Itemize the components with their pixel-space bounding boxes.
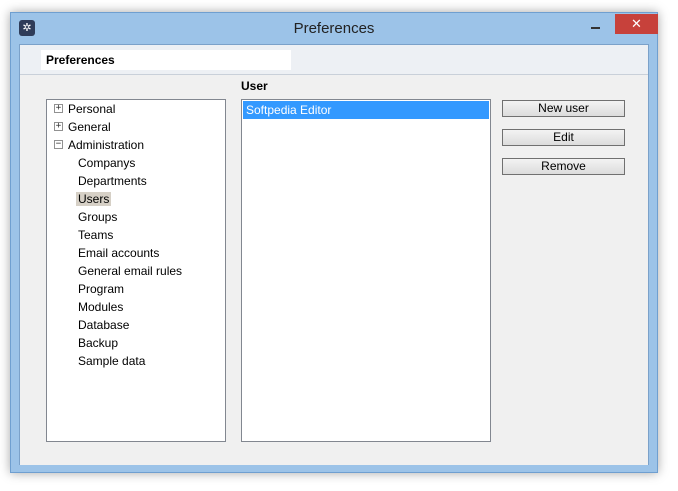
category-tree[interactable]: + Personal + General − Administration Co…: [46, 99, 226, 442]
tree-item-label: Sample data: [78, 354, 146, 368]
expand-icon[interactable]: +: [54, 104, 63, 113]
tree-item-general[interactable]: + General: [54, 118, 113, 136]
tree-item-label: Groups: [78, 210, 118, 224]
tree-item-database[interactable]: Database: [76, 316, 131, 334]
tree-item-label: Email accounts: [78, 246, 160, 260]
preferences-window: ✲ Preferences ✕ Preferences + Personal +…: [10, 12, 658, 473]
collapse-icon[interactable]: −: [54, 140, 63, 149]
tree-item-label: Departments: [78, 174, 147, 188]
content-area: + Personal + General − Administration Co…: [20, 75, 648, 465]
tree-item-general-email-rules[interactable]: General email rules: [76, 262, 184, 280]
tree-item-groups[interactable]: Groups: [76, 208, 119, 226]
tree-item-departments[interactable]: Departments: [76, 172, 149, 190]
edit-button[interactable]: Edit: [502, 129, 625, 146]
tree-item-label: Personal: [68, 102, 116, 116]
window-title: Preferences: [293, 20, 375, 37]
new-user-button[interactable]: New user: [502, 100, 625, 117]
client-area: Preferences + Personal + General − Admin…: [19, 44, 649, 465]
remove-button[interactable]: Remove: [502, 158, 625, 175]
close-icon: ✕: [631, 16, 642, 31]
tree-item-label: Teams: [78, 228, 114, 242]
tree-item-modules[interactable]: Modules: [76, 298, 125, 316]
tree-item-label: Database: [78, 318, 130, 332]
page-title: Preferences: [41, 50, 291, 70]
tree-item-label: Program: [78, 282, 125, 296]
close-button[interactable]: ✕: [615, 14, 658, 34]
tree-item-teams[interactable]: Teams: [76, 226, 115, 244]
tree-item-sample-data[interactable]: Sample data: [76, 352, 147, 370]
user-section-title: User: [241, 79, 268, 93]
header-strip: Preferences: [20, 45, 648, 75]
tree-item-companys[interactable]: Companys: [76, 154, 137, 172]
tree-item-program[interactable]: Program: [76, 280, 126, 298]
tree-item-backup[interactable]: Backup: [76, 334, 120, 352]
title-bar[interactable]: ✲ Preferences ✕: [11, 13, 658, 44]
tree-item-label: General email rules: [78, 264, 183, 278]
expand-icon[interactable]: +: [54, 122, 63, 131]
tree-item-label: Companys: [78, 156, 136, 170]
minimize-icon: [590, 26, 600, 29]
tree-item-users[interactable]: Users: [76, 190, 112, 208]
user-list[interactable]: Softpedia Editor: [241, 99, 491, 442]
tree-item-email-accounts[interactable]: Email accounts: [76, 244, 161, 262]
tree-item-label: Administration: [68, 138, 145, 152]
tree-item-label: Modules: [78, 300, 124, 314]
minimize-button[interactable]: [582, 14, 608, 34]
tree-item-label: General: [68, 120, 111, 134]
tree-item-administration[interactable]: − Administration: [54, 136, 146, 154]
tree-item-personal[interactable]: + Personal: [54, 100, 117, 118]
tree-item-label: Backup: [78, 336, 119, 350]
list-item[interactable]: Softpedia Editor: [243, 101, 489, 119]
tree-item-label: Users: [76, 192, 112, 206]
